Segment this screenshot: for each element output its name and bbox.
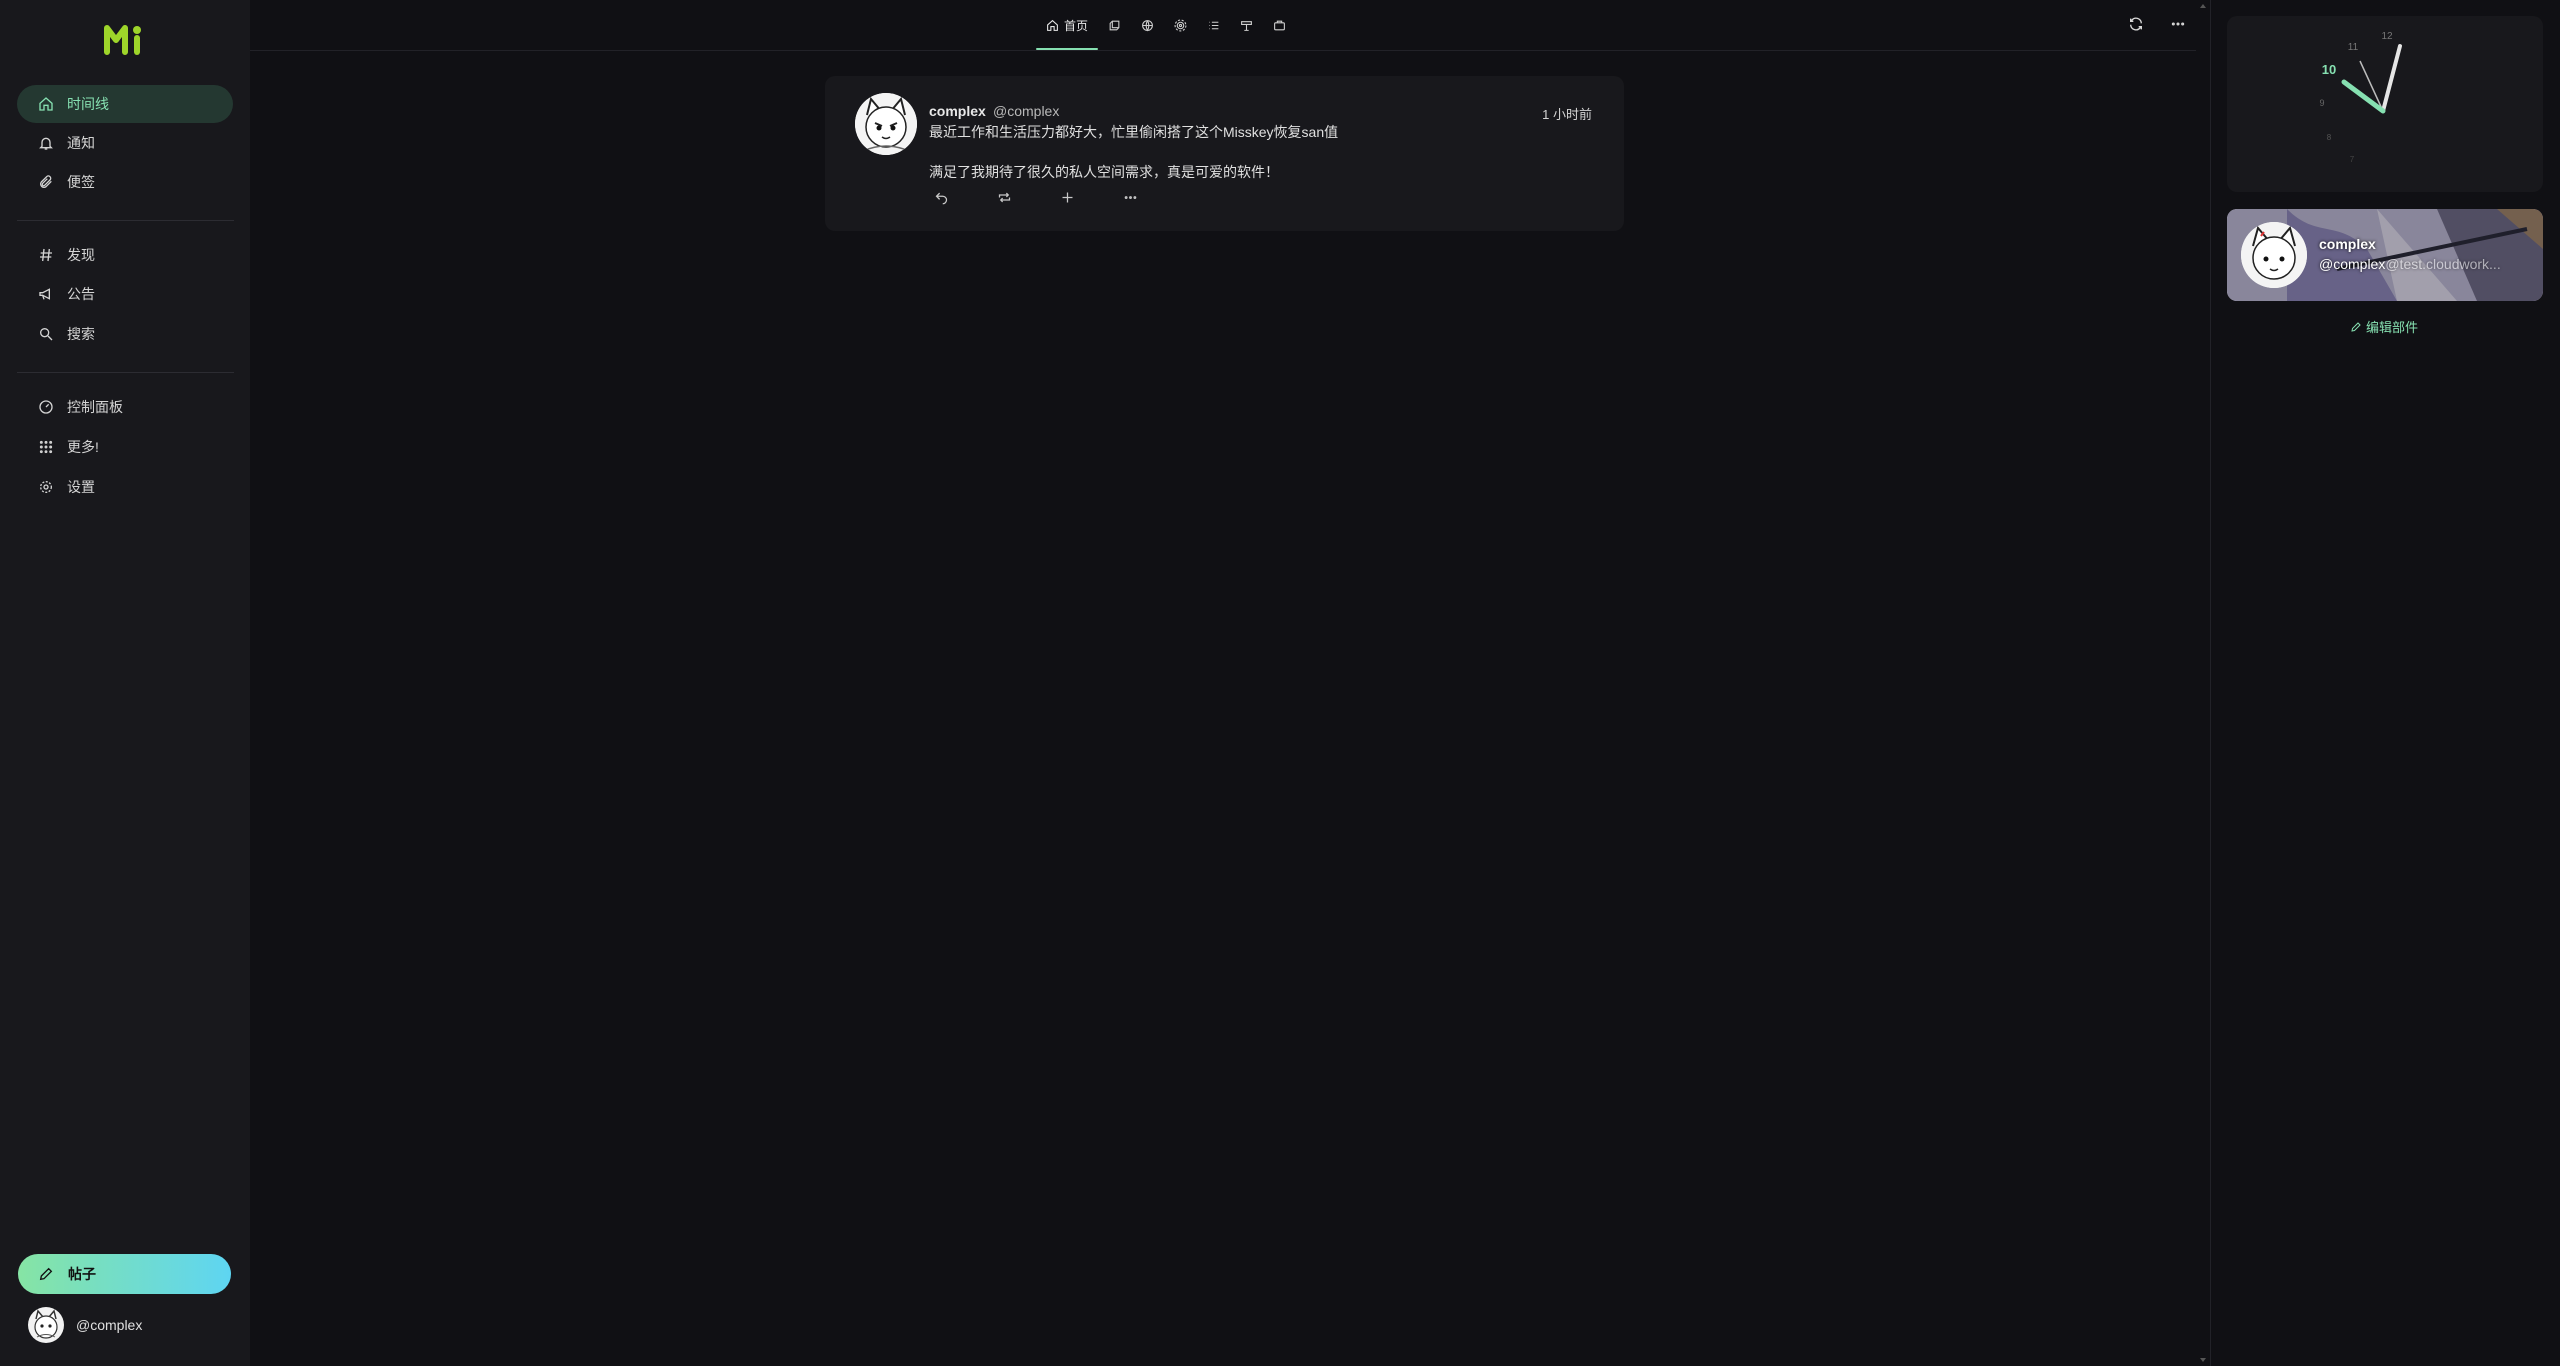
sidebar-item-label: 通知 <box>67 135 95 151</box>
edit-widgets-button[interactable]: 编辑部件 <box>2350 317 2418 336</box>
note-author-handle[interactable]: @complex <box>993 103 1059 119</box>
avatar[interactable] <box>855 93 917 155</box>
clock-number: 9 <box>2319 98 2324 108</box>
role-icon <box>1274 20 1285 30</box>
scroll-up-arrow[interactable] <box>2200 4 2206 8</box>
note-card[interactable]: complex @complex 1 小时前 最近工作和生活压力都好大，忙里偷闲… <box>825 76 1624 231</box>
sidebar-item-search[interactable]: 搜索 <box>17 315 233 353</box>
list-icon <box>1209 21 1219 29</box>
profile-handle-user: @complex <box>2319 256 2386 272</box>
sidebar-item-settings[interactable]: 设置 <box>17 468 233 506</box>
widgets-divider <box>2210 0 2211 1366</box>
sidebar-divider <box>17 372 234 373</box>
sidebar-item-label: 便签 <box>67 174 95 190</box>
sidebar-item-label: 发现 <box>67 247 95 263</box>
clock-number: 7 <box>2350 155 2355 164</box>
pencil-icon <box>39 1267 53 1281</box>
scroll-down-arrow[interactable] <box>2200 1358 2206 1362</box>
post-button-label: 帖子 <box>68 1266 96 1282</box>
sidebar-item-more[interactable]: 更多! <box>17 428 233 466</box>
avatar <box>2241 222 2307 288</box>
pencil-icon <box>2351 321 2361 332</box>
sidebar-item-label: 搜索 <box>67 326 95 342</box>
clock-number-highlight: 10 <box>2322 62 2336 77</box>
gear-icon <box>37 478 55 496</box>
sidebar-item-announcements[interactable]: 公告 <box>17 275 233 313</box>
note-more-button[interactable] <box>1120 187 1140 207</box>
more-icon <box>1124 195 1136 199</box>
grid-icon <box>37 438 55 456</box>
sidebar: 时间线 通知 便签 发现 公告 搜索 控制面板 更多! 设置 帖子 @compl… <box>0 0 250 1366</box>
clock-widget: 12 11 10 9 8 7 <box>2227 16 2543 192</box>
analog-clock: 12 11 10 9 8 7 <box>2319 31 2402 164</box>
megaphone-icon <box>37 285 55 303</box>
profile-widget[interactable]: complex @complex@test.cloudwork... <box>2227 209 2543 301</box>
reply-icon <box>935 192 947 204</box>
tab-list[interactable] <box>1197 0 1230 50</box>
home-icon <box>37 95 55 113</box>
hashtag-icon <box>37 246 55 264</box>
bell-icon <box>37 134 55 152</box>
sidebar-item-timeline[interactable]: 时间线 <box>17 85 233 123</box>
sidebar-item-explore[interactable]: 发现 <box>17 236 233 274</box>
local-icon <box>1109 20 1120 30</box>
post-button[interactable]: 帖子 <box>18 1254 231 1294</box>
renote-icon <box>998 192 1010 202</box>
profile-name: complex <box>2319 236 2376 252</box>
clock-number: 12 <box>2381 31 2393 42</box>
note-author-name[interactable]: complex <box>929 103 986 119</box>
sidebar-item-label: 控制面板 <box>67 399 123 415</box>
channel-icon <box>1241 20 1252 31</box>
note-timestamp[interactable]: 1 小时前 <box>1542 104 1592 123</box>
clock-number: 11 <box>2348 42 2359 53</box>
tab-label: 首页 <box>1064 18 1089 33</box>
sidebar-item-label: 设置 <box>67 479 95 495</box>
clock-number: 8 <box>2327 133 2332 142</box>
timeline-tabs: 首页 <box>1036 0 1296 50</box>
reaction-button[interactable] <box>1057 187 1077 207</box>
paperclip-icon <box>37 173 55 191</box>
tab-local[interactable] <box>1098 0 1131 50</box>
note-text: 满足了我期待了很久的私人空间需求，真是可爱的软件！ <box>929 164 1279 180</box>
sidebar-item-label: 时间线 <box>67 96 109 112</box>
renote-button[interactable] <box>994 187 1014 207</box>
edit-widgets-label: 编辑部件 <box>2366 320 2419 335</box>
note-text: 最近工作和生活压力都好大，忙里偷闲搭了这个Misskey恢复san值 <box>929 124 1339 140</box>
sidebar-item-control-panel[interactable]: 控制面板 <box>17 388 233 426</box>
avatar <box>28 1307 64 1343</box>
more-icon <box>2171 22 2185 26</box>
sidebar-item-notifications[interactable]: 通知 <box>17 124 233 162</box>
antenna-icon <box>1174 19 1187 31</box>
tab-home[interactable]: 首页 <box>1036 0 1099 50</box>
globe-icon <box>1142 19 1153 31</box>
refresh-button[interactable] <box>2126 14 2146 34</box>
reply-button[interactable] <box>931 187 951 207</box>
sidebar-divider <box>17 220 234 221</box>
timeline-header: 首页 <box>250 0 2196 51</box>
profile-handle: @complex@test.cloudwork... <box>2319 256 2501 272</box>
search-icon <box>37 325 55 343</box>
sidebar-item-label: 更多! <box>67 439 99 455</box>
sidebar-item-label: 公告 <box>67 286 95 302</box>
tab-channel[interactable] <box>1230 0 1263 50</box>
misskey-logo[interactable] <box>104 22 144 56</box>
tab-global[interactable] <box>1131 0 1164 50</box>
profile-handle-host: @test.cloudwork... <box>2385 256 2501 272</box>
clock-minute-hand <box>2381 44 2402 113</box>
sidebar-item-clips[interactable]: 便签 <box>17 163 233 201</box>
tab-antenna[interactable] <box>1164 0 1197 50</box>
refresh-icon <box>2130 17 2142 31</box>
tab-role[interactable] <box>1263 0 1296 50</box>
account-handle: @complex <box>76 1317 143 1333</box>
account-menu[interactable]: @complex <box>28 1307 142 1343</box>
main-scrollbar[interactable] <box>2196 0 2210 1366</box>
dashboard-icon <box>37 398 55 416</box>
header-more-button[interactable] <box>2168 14 2188 34</box>
reaction-add-icon <box>1062 192 1072 202</box>
home-icon <box>1047 19 1058 31</box>
